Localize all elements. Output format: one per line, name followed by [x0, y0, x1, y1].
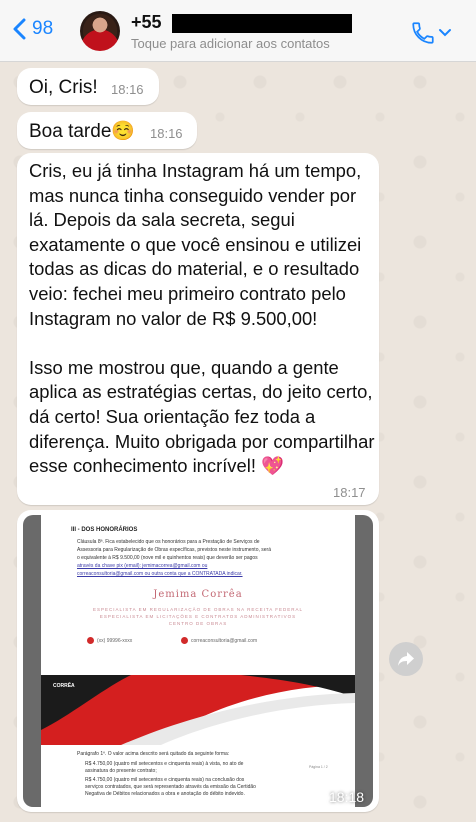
message-time: 18:18 [329, 789, 365, 805]
doc-line: Assessoria para Regularização de Obras e… [77, 547, 271, 553]
document-page: III - DOS HONORÁRIOS Cláusula 8ª. Fica e… [41, 515, 355, 807]
message-bubble[interactable]: Boa tarde☺️ 18:16 [17, 112, 197, 149]
forward-button[interactable] [389, 642, 423, 676]
image-margin [355, 515, 373, 807]
chat-header: 98 +55 Toque para adicionar aos contatos [0, 0, 476, 62]
message-text: Boa tarde☺️ [29, 121, 136, 142]
brand-tagline: CENTRO DE OBRAS [168, 621, 228, 626]
message-time: 18:17 [333, 485, 366, 500]
contact-subtitle[interactable]: Toque para adicionar aos contatos [131, 36, 330, 51]
message-bubble[interactable]: Oi, Cris! 18:16 [17, 68, 159, 105]
doc-line: através da chave pix (email): jemimacorr… [77, 563, 208, 569]
mail-icon [181, 637, 188, 644]
doc-bullet: Negativa de Débitos relacionados a obra … [85, 791, 245, 797]
chevron-down-icon [439, 29, 451, 37]
doc-line: correaconsultoria@gmail.com ou outra con… [77, 571, 243, 577]
redacted-phone-number [172, 14, 352, 33]
message-bubble[interactable]: Cris, eu já tinha Instagram há um tempo,… [17, 153, 379, 505]
back-button[interactable]: 98 [12, 18, 53, 40]
brand-tagline: ESPECIALISTA EM LICITAÇÕES E CONTRATOS A… [99, 614, 297, 619]
doc-bullet: R$ 4.750,00 (quatro mil setecentos e cin… [85, 777, 245, 783]
image-message[interactable]: III - DOS HONORÁRIOS Cláusula 8ª. Fica e… [17, 510, 379, 812]
doc-email-text: correaconsultoria@gmail.com [191, 637, 258, 644]
doc-section-title: III - DOS HONORÁRIOS [71, 527, 138, 533]
whatsapp-icon [87, 637, 94, 644]
doc-line: o equivalente à R$ 9.500,00 (nove mil e … [77, 555, 258, 561]
doc-phone: (xx) 99996-xxxx [87, 637, 132, 644]
doc-paragraph-title: Parágrafo 1º. O valor acima descrito ser… [77, 751, 230, 757]
phone-icon [412, 22, 434, 44]
doc-line: Cláusula 8ª. Fica estabelecido que os ho… [77, 539, 260, 545]
doc-email: correaconsultoria@gmail.com [181, 637, 257, 644]
image-margin [23, 515, 41, 807]
call-button[interactable] [410, 20, 452, 46]
contact-name[interactable]: +55 [131, 12, 162, 33]
message-time: 18:16 [111, 82, 144, 97]
message-time: 18:16 [150, 126, 183, 141]
document-image[interactable]: III - DOS HONORÁRIOS Cláusula 8ª. Fica e… [23, 515, 373, 807]
banner-label: CORRÊA [53, 683, 75, 689]
avatar[interactable] [80, 11, 120, 51]
doc-bullet: assinatura do presente contrato; [85, 768, 157, 774]
message-text: Oi, Cris! [29, 77, 98, 98]
red-banner [41, 675, 355, 745]
doc-bullet: serviços contratados, que será represent… [85, 784, 256, 790]
unread-count: 98 [32, 18, 54, 39]
doc-page-number: Página 1 / 2 [309, 765, 328, 769]
doc-bullet: R$ 4.750,00 (quatro mil setecentos e cin… [85, 761, 244, 767]
message-text: Cris, eu já tinha Instagram há um tempo,… [29, 160, 375, 477]
forward-icon [398, 652, 414, 666]
back-chevron-icon [13, 18, 26, 40]
brand-name: Jemima Corrêa [153, 589, 243, 600]
doc-phone-text: (xx) 99996-xxxx [97, 637, 133, 644]
brand-tagline: ESPECIALISTA EM REGULARIZAÇÃO DE OBRAS N… [92, 607, 304, 612]
